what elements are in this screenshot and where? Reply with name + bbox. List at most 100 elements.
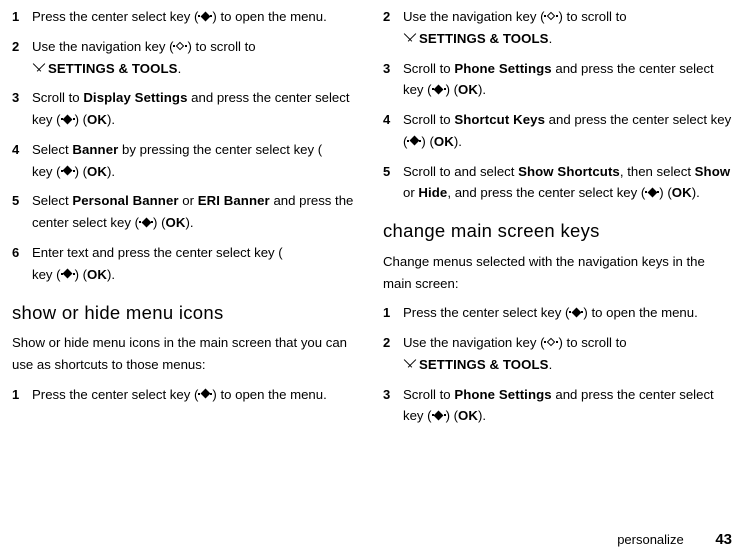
text: or [179,193,198,208]
ok-label: OK [434,134,454,149]
text: ) ( [75,267,87,282]
step-text: Select Personal Banner or ERI Banner and… [32,190,361,234]
text: ). [454,134,462,149]
text: Scroll to [403,387,454,402]
ok-label: OK [672,185,692,200]
text: Scroll to [403,61,454,76]
step-number: 4 [12,139,32,160]
step-text: Enter text and press the center select k… [32,242,361,286]
step-number: 6 [12,242,32,263]
step-number: 4 [383,109,403,130]
center-select-key-icon [569,308,583,318]
list-item: 1 Press the center select key () to open… [12,384,361,406]
text: Use the navigation key ( [403,335,544,350]
page-number: 43 [715,531,732,548]
text: by pressing the center select key ( [118,142,322,157]
list-item: 4 Select Banner by pressing the center s… [12,139,361,183]
text: ) to scroll to [187,39,255,54]
text: . [178,61,182,76]
step-number: 3 [383,58,403,79]
ok-label: OK [87,267,107,282]
text: ) ( [446,408,458,423]
text: ). [107,164,115,179]
step-number: 1 [383,302,403,323]
menu-option: SETTINGS & TOOLS [48,61,178,76]
list-item: 3 Scroll to Display Settings and press t… [12,87,361,131]
text: Select [32,142,72,157]
list-item: 4 Scroll to Shortcut Keys and press the … [383,109,732,153]
step-text: Scroll to Shortcut Keys and press the ce… [403,109,732,153]
navigation-key-icon [544,338,558,348]
menu-option: SETTINGS & TOOLS [419,357,549,372]
text: Use the navigation key ( [32,39,173,54]
list-item: 5 Scroll to and select Show Shortcuts, t… [383,161,732,205]
menu-option: Show [695,164,731,179]
left-column: 1 Press the center select key () to open… [12,6,361,522]
list-item: 2 Use the navigation key () to scroll to… [383,6,732,50]
step-number: 3 [383,384,403,405]
step-text: Scroll to Display Settings and press the… [32,87,361,131]
list-item: 6 Enter text and press the center select… [12,242,361,286]
menu-option: Personal Banner [72,193,178,208]
tools-icon [32,63,46,74]
tools-icon [403,359,417,370]
text: ) ( [446,82,458,97]
ok-label: OK [87,164,107,179]
columns: 1 Press the center select key () to open… [12,6,732,522]
text: ) ( [75,164,87,179]
navigation-key-icon [173,42,187,52]
text: . [549,357,553,372]
text: or [403,185,418,200]
text: Press the center select key ( [32,9,198,24]
step-text: Scroll to Phone Settings and press the c… [403,58,732,102]
text: key ( [32,267,61,282]
center-select-key-icon [645,188,659,198]
menu-option: Show Shortcuts [518,164,620,179]
section-heading: show or hide menu icons [12,298,361,329]
text: . [549,31,553,46]
section-intro: Change menus selected with the navigatio… [383,251,732,295]
center-select-key-icon [61,167,75,177]
section-intro: Show or hide menu icons in the main scre… [12,332,361,376]
step-text: Press the center select key () to open t… [403,302,732,324]
text: ). [478,408,486,423]
navigation-key-icon [544,12,558,22]
step-number: 2 [383,332,403,353]
text: Scroll to [32,90,83,105]
step-text: Use the navigation key () to scroll to S… [403,6,732,50]
ok-label: OK [458,82,478,97]
center-select-key-icon [198,390,212,400]
list-item: 1 Press the center select key () to open… [383,302,732,324]
list-item: 2 Use the navigation key () to scroll to… [383,332,732,376]
menu-option: Shortcut Keys [454,112,545,127]
ok-label: OK [458,408,478,423]
step-text: Use the navigation key ( ) to scroll to S… [32,36,361,80]
step-text: Scroll to Phone Settings and press the c… [403,384,732,428]
text: ). [107,112,115,127]
ok-label: OK [165,215,185,230]
center-select-key-icon [407,137,421,147]
text: ) ( [153,215,165,230]
step-number: 2 [12,36,32,57]
step-number: 1 [12,384,32,405]
step-text: Press the center select key () to open t… [32,6,361,28]
text: ). [692,185,700,200]
text: ) to open the menu. [583,305,697,320]
text: Select [32,193,72,208]
menu-option: ERI Banner [198,193,270,208]
list-item: 3 Scroll to Phone Settings and press the… [383,384,732,428]
text: ). [478,82,486,97]
step-number: 2 [383,6,403,27]
step-number: 3 [12,87,32,108]
menu-option: SETTINGS & TOOLS [419,31,549,46]
text: , and press the center select key ( [447,185,645,200]
page-footer: personalize 43 [12,522,732,553]
menu-option: Phone Settings [454,61,551,76]
center-select-key-icon [198,12,212,22]
center-select-key-icon [139,218,153,228]
text: Scroll to [403,112,454,127]
text: Press the center select key ( [32,387,198,402]
list-item: 2 Use the navigation key ( ) to scroll to… [12,36,361,80]
text: Scroll to and select [403,164,518,179]
step-text: Select Banner by pressing the center sel… [32,139,361,183]
